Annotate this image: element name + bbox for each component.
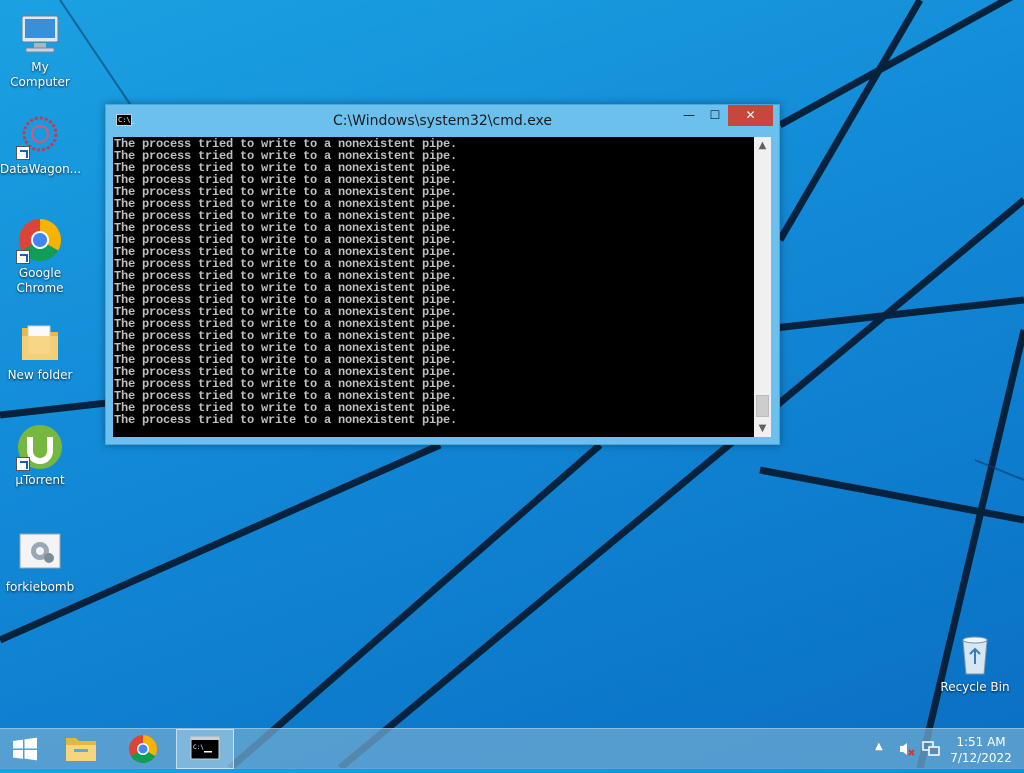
taskbar-chrome[interactable] xyxy=(114,729,172,769)
shortcut-arrow-icon xyxy=(16,146,30,160)
taskbar-file-explorer[interactable] xyxy=(52,729,110,769)
file-explorer-icon xyxy=(66,738,96,761)
desktop-icon-label: Recycle Bin xyxy=(940,680,1010,694)
windows-logo-icon xyxy=(13,737,37,761)
chrome-icon xyxy=(129,735,157,763)
scroll-down-icon[interactable]: ▼ xyxy=(754,420,771,437)
desktop-icon-recycle-bin[interactable]: Recycle Bin xyxy=(935,630,1015,695)
show-hidden-icons-button[interactable]: ▲ xyxy=(875,741,883,752)
scroll-up-icon[interactable]: ▲ xyxy=(754,137,771,154)
close-button[interactable]: ✕ xyxy=(728,105,773,126)
shortcut-arrow-icon xyxy=(16,457,30,471)
desktop-icon-label: DataWagon... xyxy=(0,162,82,176)
console-output[interactable]: The process tried to write to a nonexist… xyxy=(113,137,754,437)
computer-icon xyxy=(21,15,59,53)
desktop-icon-utorrent[interactable]: µTorrent xyxy=(0,423,80,488)
cmd-titlebar[interactable]: C:\_ C:\Windows\system32\cmd.exe — ☐ ✕ xyxy=(106,105,779,137)
vertical-scrollbar[interactable]: ▲ ▼ xyxy=(754,137,771,437)
network-icon[interactable] xyxy=(922,741,940,757)
recycle-bin-icon xyxy=(962,636,988,675)
desktop-icon-label: µTorrent xyxy=(15,473,65,487)
taskbar-cmd[interactable]: C:\ xyxy=(176,729,234,769)
desktop-icon-label: forkiebomb xyxy=(5,580,75,594)
volume-muted-icon[interactable] xyxy=(898,741,916,757)
cmd-icon: C:\ xyxy=(190,736,220,760)
shortcut-arrow-icon xyxy=(16,250,30,264)
desktop-icon-label: Google Chrome xyxy=(16,266,64,295)
minimize-button[interactable]: — xyxy=(676,105,702,126)
console-line: The process tried to write to a nonexist… xyxy=(114,413,458,427)
cmd-window[interactable]: C:\_ C:\Windows\system32\cmd.exe — ☐ ✕ T… xyxy=(105,104,780,445)
desktop-icon-google-chrome[interactable]: Google Chrome xyxy=(0,216,80,296)
taskbar: C:\ ▲ 1:51 AM 7/12/2022 xyxy=(0,728,1024,769)
desktop-icon-forkiebomb[interactable]: forkiebomb xyxy=(0,530,80,595)
system-clock[interactable]: 1:51 AM 7/12/2022 xyxy=(944,734,1018,766)
desktop-icon-new-folder[interactable]: New folder xyxy=(0,318,80,383)
desktop-icon-label: My Computer xyxy=(10,60,70,89)
batch-file-icon xyxy=(19,533,61,569)
maximize-button[interactable]: ☐ xyxy=(702,105,728,126)
start-button[interactable] xyxy=(0,729,50,769)
desktop-icon-datawagon[interactable]: DataWagon... xyxy=(0,112,82,177)
desktop-icon-my-computer[interactable]: My Computer xyxy=(0,10,80,90)
scroll-thumb[interactable] xyxy=(756,395,769,417)
clock-time: 1:51 AM xyxy=(956,735,1006,749)
folder-icon xyxy=(22,325,58,360)
desktop-icon-label: New folder xyxy=(7,368,73,382)
clock-date: 7/12/2022 xyxy=(950,751,1012,765)
svg-text:C:\: C:\ xyxy=(193,744,204,751)
